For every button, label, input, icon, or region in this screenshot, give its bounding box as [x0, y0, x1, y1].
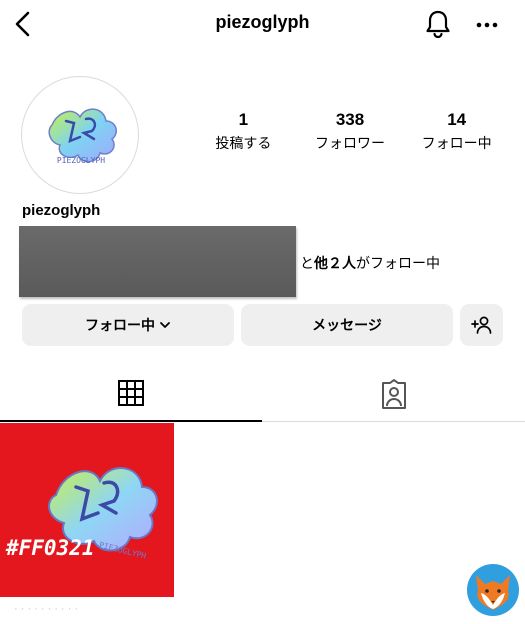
profile-tabs: [0, 366, 525, 422]
redacted-block: [19, 226, 296, 297]
grid-icon: [118, 380, 144, 406]
tab-tagged[interactable]: [263, 366, 525, 422]
following-button[interactable]: フォロー中: [22, 304, 234, 346]
watermark: · · · · · · · · · ·: [14, 603, 79, 615]
stat-followers[interactable]: 338 フォロワー: [297, 110, 404, 153]
followed-by-prefix: と: [300, 256, 314, 272]
stat-value: 1: [238, 110, 249, 129]
avatar-logo-text: PIEZOGLYPH: [57, 156, 105, 165]
followed-by-bold: 他２人: [314, 256, 356, 272]
add-friend-button[interactable]: [460, 304, 503, 346]
post-image: PIEZOGLYPH #FF0321: [5, 467, 158, 561]
profile-username: piezoglyph: [22, 202, 101, 219]
add-person-icon: [470, 316, 491, 334]
tagged-person-icon: [382, 379, 406, 409]
more-horizontal-icon[interactable]: [474, 12, 500, 38]
post-thumbnail[interactable]: PIEZOGLYPH #FF0321: [0, 423, 174, 597]
profile-stats: 1 投稿する 338 フォロワー 14 フォロー中: [190, 110, 510, 153]
post-caption-text: #FF0321: [5, 536, 95, 560]
stat-label: フォロワー: [315, 136, 385, 152]
following-label: フォロー中: [85, 318, 155, 334]
stat-label: 投稿する: [215, 136, 272, 152]
stat-following[interactable]: 14 フォロー中: [403, 110, 510, 153]
avatar[interactable]: PIEZOGLYPH: [21, 76, 139, 194]
fox-badge-icon[interactable]: [466, 563, 520, 617]
tab-posts-grid[interactable]: [0, 366, 262, 422]
message-label: メッセージ: [312, 318, 382, 334]
stat-posts[interactable]: 1 投稿する: [190, 110, 297, 153]
followed-by-text[interactable]: と他２人がフォロー中: [300, 253, 440, 273]
message-button[interactable]: メッセージ: [241, 304, 453, 346]
chevron-down-icon: [160, 322, 170, 328]
stat-value: 14: [447, 110, 467, 129]
stat-label: フォロー中: [421, 136, 492, 152]
stat-value: 338: [335, 110, 365, 129]
top-bar: piezoglyph: [0, 0, 525, 48]
followed-by-suffix: がフォロー中: [356, 256, 440, 272]
piezoglyph-logo: PIEZOGLYPH: [48, 108, 117, 165]
bell-icon[interactable]: [422, 8, 454, 40]
